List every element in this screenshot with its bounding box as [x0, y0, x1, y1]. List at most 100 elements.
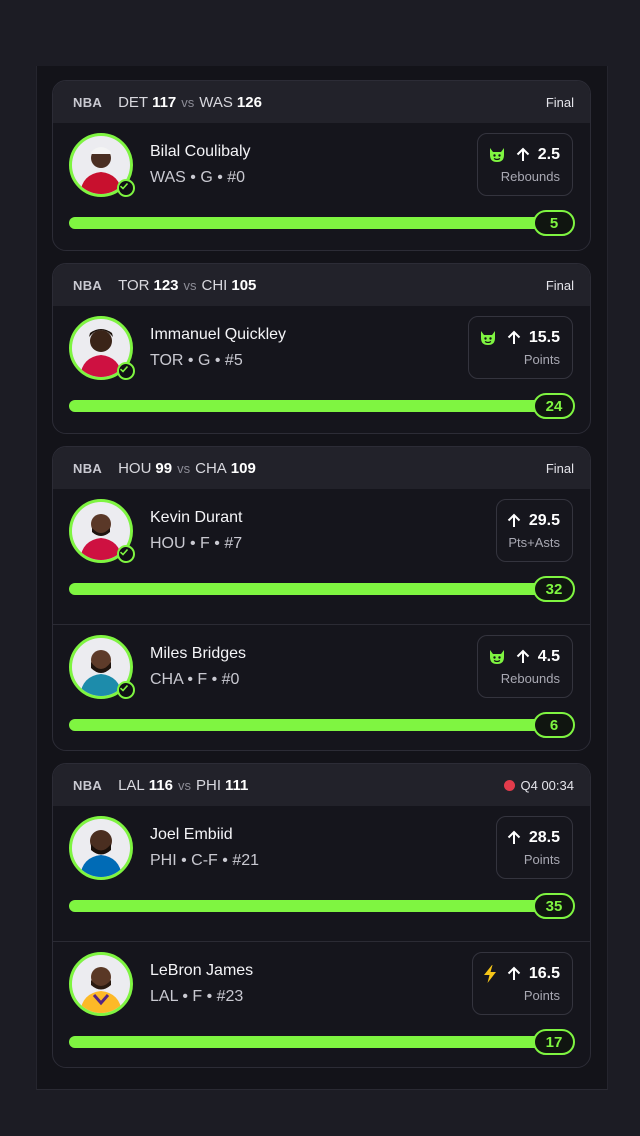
- progress-bar: [69, 217, 559, 229]
- up-arrow-icon: [507, 330, 521, 345]
- line-value: 15.5: [528, 328, 560, 346]
- matchup: TOR 123 vs CHI 105: [118, 277, 256, 294]
- game-status: Final: [546, 461, 574, 476]
- player-meta: HOU • F • #7: [150, 535, 243, 552]
- home-score: 109: [230, 459, 256, 477]
- away-score: 99: [155, 459, 173, 477]
- checkmark-icon: [117, 681, 135, 699]
- player-meta: PHI • C-F • #21: [150, 852, 260, 869]
- stat-line-box[interactable]: 16.5 Points: [471, 952, 573, 1015]
- actual-value-badge: 6: [533, 712, 575, 738]
- player-avatar[interactable]: [69, 816, 133, 880]
- league-label: NBA: [73, 94, 103, 110]
- player-name: Kevin Durant: [150, 509, 243, 526]
- away-team: TOR: [118, 276, 150, 294]
- matchup: LAL 116 vs PHI 111: [118, 777, 248, 794]
- checkmark-icon: [117, 545, 135, 563]
- stat-type: Rebounds: [500, 168, 560, 184]
- stat-line-box[interactable]: 2.5 Rebounds: [476, 133, 573, 196]
- progress-fill: [69, 583, 559, 595]
- line-value: 4.5: [537, 647, 560, 665]
- away-team: DET: [118, 93, 149, 111]
- line-value: 29.5: [528, 511, 560, 529]
- progress-fill: [69, 1036, 559, 1048]
- home-team: WAS: [199, 93, 233, 111]
- stat-type: Points: [523, 351, 560, 367]
- line-value: 16.5: [528, 964, 560, 982]
- game-status: Final: [546, 95, 574, 110]
- game-status: Final: [546, 278, 574, 293]
- devil-emoji-icon: [488, 147, 506, 163]
- player-name: Bilal Coulibaly: [150, 143, 251, 160]
- away-team: LAL: [118, 776, 145, 794]
- progress-fill: [69, 719, 559, 731]
- vs-label: vs: [177, 777, 191, 793]
- player-pick-row[interactable]: LeBron James LAL • F • #23 16.5 Points 1…: [53, 941, 590, 1067]
- matchup: DET 117 vs WAS 126: [118, 94, 262, 111]
- actual-value-badge: 17: [533, 1029, 575, 1055]
- vs-label: vs: [177, 460, 191, 476]
- game-header: NBA DET 117 vs WAS 126 Final: [53, 81, 590, 123]
- game-header: NBA LAL 116 vs PHI 111 Q4 00:34: [53, 764, 590, 806]
- player-pick-row[interactable]: Immanuel Quickley TOR • G • #5 15.5 Poin…: [53, 306, 590, 433]
- live-indicator-icon: [503, 779, 515, 791]
- stat-line-box[interactable]: 29.5 Pts+Asts: [495, 499, 573, 562]
- player-avatar[interactable]: [69, 635, 135, 699]
- player-pick-row[interactable]: Miles Bridges CHA • F • #0 4.5 Rebounds …: [53, 624, 590, 750]
- progress-bar: [69, 719, 559, 731]
- game-card[interactable]: NBA TOR 123 vs CHI 105 Final Immanuel Qu…: [52, 263, 591, 434]
- player-avatar[interactable]: [69, 316, 135, 380]
- progress-fill: [69, 400, 559, 412]
- matchup: HOU 99 vs CHA 109: [118, 460, 256, 477]
- progress-bar: [69, 1036, 559, 1048]
- up-arrow-icon: [507, 830, 521, 845]
- actual-value-badge: 35: [533, 893, 575, 919]
- game-status-text: Final: [545, 94, 574, 110]
- home-team: CHI: [201, 276, 228, 294]
- player-avatar[interactable]: [69, 499, 135, 563]
- away-score: 123: [153, 276, 179, 294]
- league-label: NBA: [73, 460, 103, 476]
- actual-value-badge: 5: [533, 210, 575, 236]
- player-avatar[interactable]: [69, 133, 135, 197]
- away-score: 117: [152, 93, 177, 111]
- stat-line-box[interactable]: 4.5 Rebounds: [476, 635, 573, 698]
- up-arrow-icon: [507, 966, 521, 981]
- game-header: NBA HOU 99 vs CHA 109 Final: [53, 447, 590, 489]
- player-pick-row[interactable]: Joel Embiid PHI • C-F • #21 28.5 Points …: [53, 806, 590, 941]
- stat-type: Points: [523, 987, 560, 1003]
- player-pick-row[interactable]: Bilal Coulibaly WAS • G • #0 2.5 Rebound…: [53, 123, 590, 250]
- player-pick-row[interactable]: Kevin Durant HOU • F • #7 29.5 Pts+Asts …: [53, 489, 590, 624]
- progress-bar: [69, 900, 559, 912]
- player-avatar[interactable]: [69, 952, 133, 1016]
- game-card[interactable]: NBA DET 117 vs WAS 126 Final Bilal Couli…: [52, 80, 591, 251]
- up-arrow-icon: [516, 147, 530, 162]
- player-name: Immanuel Quickley: [150, 326, 287, 343]
- home-team: CHA: [195, 459, 227, 477]
- stat-line-box[interactable]: 15.5 Points: [467, 316, 573, 379]
- game-status: Q4 00:34: [503, 778, 574, 793]
- line-value: 2.5: [537, 145, 560, 163]
- stat-line-box[interactable]: 28.5 Points: [495, 816, 573, 879]
- vs-label: vs: [181, 94, 195, 110]
- devil-emoji-icon: [488, 649, 506, 665]
- home-score: 105: [231, 276, 257, 294]
- game-status-text: Final: [545, 277, 574, 293]
- home-team: PHI: [195, 776, 221, 794]
- game-card[interactable]: NBA LAL 116 vs PHI 111 Q4 00:34 Joel Emb…: [52, 763, 591, 1068]
- player-name: Joel Embiid: [150, 826, 233, 843]
- player-meta: LAL • F • #23: [150, 988, 244, 1005]
- stat-type: Pts+Asts: [508, 534, 560, 550]
- league-label: NBA: [73, 277, 103, 293]
- checkmark-icon: [117, 362, 135, 380]
- game-card[interactable]: NBA HOU 99 vs CHA 109 Final Kevin Durant…: [52, 446, 591, 751]
- lightning-bolt-icon: [483, 964, 497, 983]
- game-status-text: Final: [545, 460, 574, 476]
- devil-emoji-icon: [479, 330, 497, 346]
- actual-value-badge: 24: [533, 393, 575, 419]
- line-value: 28.5: [528, 828, 560, 846]
- progress-bar: [69, 583, 559, 595]
- up-arrow-icon: [507, 513, 521, 528]
- game-header: NBA TOR 123 vs CHI 105 Final: [53, 264, 590, 306]
- away-score: 116: [148, 776, 173, 794]
